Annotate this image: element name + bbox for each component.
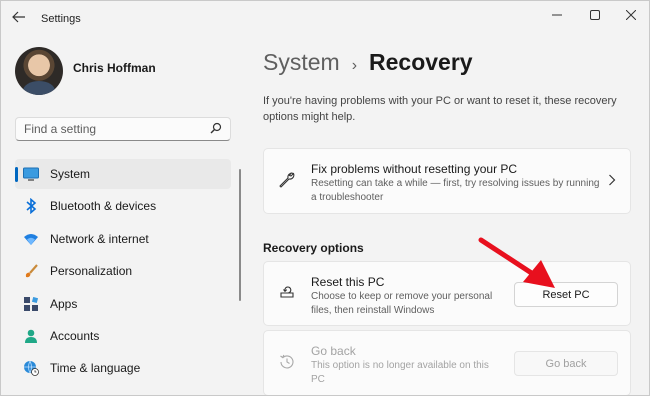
reset-pc-title: Reset this PC	[311, 275, 385, 289]
user-name: Chris Hoffman	[73, 61, 156, 75]
chevron-right-icon: ›	[351, 57, 358, 74]
intro-text: If you're having problems with your PC o…	[263, 95, 617, 123]
sidebar-item-system[interactable]: System	[15, 159, 231, 189]
monitor-icon	[23, 166, 39, 182]
back-button[interactable]	[7, 7, 31, 27]
history-icon	[278, 353, 296, 375]
apps-icon	[23, 296, 39, 312]
reset-pc-icon	[278, 284, 296, 304]
search-input[interactable]	[24, 122, 204, 136]
close-button[interactable]	[613, 5, 649, 25]
paintbrush-icon	[23, 263, 39, 279]
avatar[interactable]	[15, 47, 63, 95]
page-title: Recovery	[369, 49, 473, 75]
globe-clock-icon	[23, 360, 39, 377]
annotation-arrow-icon	[478, 237, 555, 288]
go-back-card: Go back This option is no longer availab…	[263, 330, 631, 395]
breadcrumb: System › Recovery	[263, 49, 473, 76]
search-box[interactable]	[15, 117, 231, 141]
sidebar-item-apps[interactable]: Apps	[15, 289, 231, 319]
sidebar-item-label: Network & internet	[50, 231, 149, 246]
search-icon[interactable]	[210, 122, 222, 137]
arrow-left-icon	[12, 11, 25, 23]
sidebar-item-time-language[interactable]: Time & language	[15, 353, 231, 383]
reset-pc-desc: Choose to keep or remove your personal f…	[311, 291, 493, 316]
sidebar-item-label: Apps	[50, 296, 78, 311]
settings-window: Settings Chris Hoffman System Blue	[0, 0, 650, 396]
chevron-right-icon	[608, 173, 616, 189]
window-title: Settings	[41, 13, 81, 25]
sidebar-item-label: Time & language	[50, 361, 141, 376]
maximize-icon	[590, 10, 600, 20]
minimize-button[interactable]	[539, 5, 575, 25]
sidebar-item-network[interactable]: Network & internet	[15, 224, 231, 254]
breadcrumb-parent[interactable]: System	[263, 49, 340, 76]
sidebar-item-personalization[interactable]: Personalization	[15, 256, 231, 286]
sidebar-item-bluetooth[interactable]: Bluetooth & devices	[15, 191, 231, 221]
fix-problems-title: Fix problems without resetting your PC	[311, 162, 518, 176]
minimize-icon	[552, 14, 562, 16]
go-back-desc: This option is no longer available on th…	[311, 360, 489, 385]
title-bar: Settings	[1, 1, 649, 33]
fix-problems-card[interactable]: Fix problems without resetting your PC R…	[263, 148, 631, 214]
reset-pc-card: Reset this PC Choose to keep or remove y…	[263, 261, 631, 326]
recovery-options-heading: Recovery options	[263, 241, 364, 255]
bluetooth-icon	[23, 198, 39, 215]
wrench-icon	[278, 171, 296, 193]
fix-problems-desc: Resetting can take a while — first, try …	[311, 178, 600, 203]
sidebar-item-label: System	[50, 167, 91, 181]
wifi-icon	[23, 231, 39, 247]
sidebar-scrollbar[interactable]	[239, 169, 241, 301]
person-icon	[23, 328, 39, 344]
close-icon	[626, 10, 636, 20]
maximize-button[interactable]	[577, 5, 613, 25]
sidebar-item-label: Personalization	[50, 264, 133, 279]
go-back-title: Go back	[311, 344, 356, 358]
go-back-button: Go back	[514, 351, 618, 376]
sidebar-item-label: Bluetooth & devices	[50, 199, 157, 214]
sidebar-item-label: Accounts	[50, 328, 100, 343]
sidebar-item-accounts[interactable]: Accounts	[15, 321, 231, 351]
sidebar-nav: System Bluetooth & devices Network & int…	[15, 159, 231, 386]
